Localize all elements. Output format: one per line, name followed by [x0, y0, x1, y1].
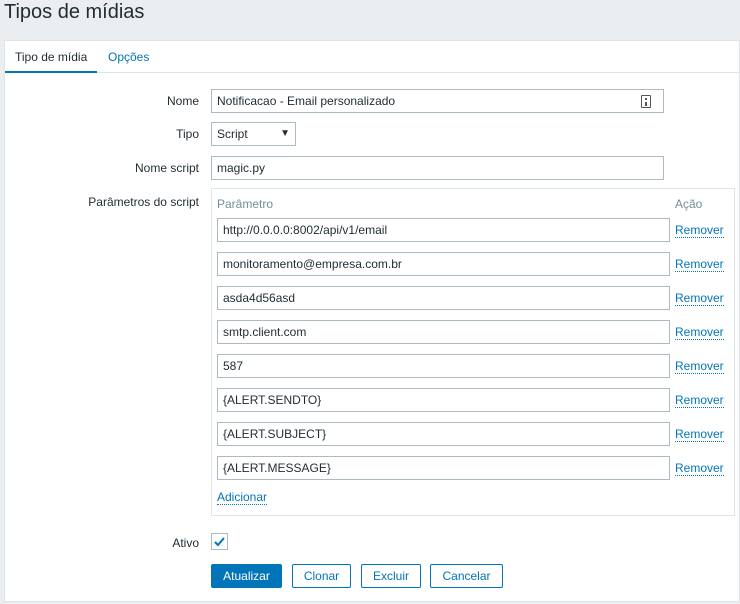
- name-field[interactable]: Notificacao - Email personalizado: [211, 89, 664, 113]
- input-autocomplete-icon: [641, 95, 651, 108]
- delete-button[interactable]: Excluir: [361, 564, 421, 588]
- script-name-value: magic.py: [217, 161, 266, 175]
- active-checkbox[interactable]: [211, 533, 228, 550]
- param-column-header: Parâmetro: [217, 197, 274, 211]
- remove-param-button[interactable]: Remover: [675, 326, 724, 340]
- script-name-label: Nome script: [134, 161, 199, 175]
- remove-param-button[interactable]: Remover: [675, 258, 724, 272]
- param-input[interactable]: {ALERT.SENDTO}: [217, 388, 670, 412]
- tab-options[interactable]: Opções: [98, 41, 159, 73]
- name-label: Nome: [166, 94, 199, 108]
- active-label: Ativo: [172, 536, 199, 550]
- tab-media-type[interactable]: Tipo de mídia: [5, 41, 98, 73]
- remove-param-button[interactable]: Remover: [675, 462, 724, 476]
- remove-param-button[interactable]: Remover: [675, 224, 724, 238]
- script-name-field[interactable]: magic.py: [211, 156, 664, 180]
- script-params-table: Parâmetro Ação http://0.0.0.0:8002/api/v…: [211, 188, 735, 516]
- remove-param-button[interactable]: Remover: [675, 428, 724, 442]
- form-panel: Tipo de mídia Opções Nome Notificacao - …: [4, 40, 740, 602]
- remove-param-button[interactable]: Remover: [675, 292, 724, 306]
- param-input[interactable]: {ALERT.SUBJECT}: [217, 422, 670, 446]
- cancel-button[interactable]: Cancelar: [430, 564, 503, 588]
- param-input[interactable]: smtp.client.com: [217, 320, 670, 344]
- param-input[interactable]: http://0.0.0.0:8002/api/v1/email: [217, 218, 670, 242]
- remove-param-button[interactable]: Remover: [675, 394, 724, 408]
- page-title: Tipos de mídias: [4, 1, 145, 23]
- type-select[interactable]: Script ▼: [211, 122, 296, 146]
- chevron-down-icon: ▼: [280, 128, 290, 139]
- tab-bar: Tipo de mídia Opções: [5, 41, 739, 73]
- type-label: Tipo: [176, 127, 199, 141]
- action-column-header: Ação: [675, 197, 703, 211]
- param-input[interactable]: {ALERT.MESSAGE}: [217, 456, 670, 480]
- script-params-label: Parâmetros do script: [88, 195, 199, 209]
- clone-button[interactable]: Clonar: [292, 564, 351, 588]
- param-input[interactable]: 587: [217, 354, 670, 378]
- param-input[interactable]: asda4d56asd: [217, 286, 670, 310]
- type-select-value: Script: [217, 127, 248, 141]
- update-button[interactable]: Atualizar: [211, 564, 282, 588]
- name-field-value: Notificacao - Email personalizado: [217, 94, 396, 108]
- param-input[interactable]: monitoramento@empresa.com.br: [217, 252, 670, 276]
- add-param-button[interactable]: Adicionar: [217, 491, 268, 505]
- remove-param-button[interactable]: Remover: [675, 360, 724, 374]
- check-icon: [214, 537, 225, 547]
